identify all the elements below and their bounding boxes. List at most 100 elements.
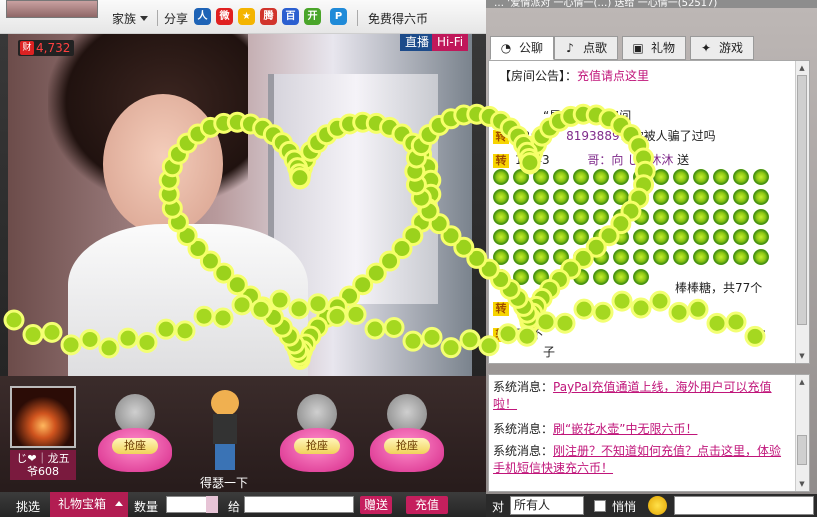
top-toolbar: 家族 分享 人 微 ★ 腾 百 开 P 免费得六币 <box>0 0 486 34</box>
lollipop-icon <box>593 209 609 225</box>
whisper-checkbox[interactable] <box>594 500 606 512</box>
top-fan-name-line2: 爷608 <box>27 465 59 478</box>
chat-send-word: 送 <box>677 153 690 167</box>
lollipop-icon <box>493 189 509 205</box>
quantity-stepper[interactable] <box>206 496 218 513</box>
character-legs <box>215 444 235 470</box>
lollipop-icon <box>713 229 729 245</box>
seat-3: 抢座 <box>280 394 354 490</box>
qzone-icon[interactable]: ★ <box>238 8 255 25</box>
forward-badge[interactable]: 转 <box>493 302 509 316</box>
chat-to-label: 对 <box>492 500 505 514</box>
lollipop-icon <box>613 229 629 245</box>
lollipop-icon <box>753 209 769 225</box>
notice-recharge-link[interactable]: 充值请点这里 <box>577 69 649 83</box>
lollipop-icon <box>633 189 649 205</box>
chat-time: 12: <box>515 129 535 143</box>
chat-message-input[interactable] <box>674 496 814 515</box>
system-message: 系统消息：刚注册？不知道如何充值？点击这里，体验手机短信快速充六币！ <box>493 443 789 477</box>
room-notice: 【房间公告】：充值请点这里 <box>499 67 649 84</box>
system-scrollbar[interactable]: ▲ ▼ <box>795 375 809 491</box>
system-messages[interactable]: 系统消息：PayPal充值通道上线，海外用户可以充值啦！ 系统消息：刷“嵌花水壶… <box>488 374 810 492</box>
share-label: 分享 <box>164 12 189 26</box>
lollipop-icon <box>673 229 689 245</box>
tab-public-chat[interactable]: ◔ 公聊 <box>490 36 554 60</box>
baidu-icon[interactable]: 百 <box>282 8 299 25</box>
renren-icon[interactable]: 人 <box>194 8 211 25</box>
scroll-thumb[interactable] <box>797 435 807 465</box>
recipient-input[interactable] <box>244 496 354 513</box>
lollipop-icon <box>553 189 569 205</box>
kaixin-icon[interactable]: 开 <box>304 8 321 25</box>
tab-games[interactable]: ✦ 游戏 <box>690 36 754 60</box>
lollipop-icon <box>533 209 549 225</box>
host-avatar-thumb[interactable] <box>6 0 98 18</box>
gift-box-dropdown[interactable]: 礼物宝箱 <box>50 492 128 517</box>
lollipop-icon <box>553 269 569 285</box>
lollipop-icon <box>593 249 609 265</box>
tencent-icon[interactable]: 腾 <box>260 8 277 25</box>
public-chat-log[interactable]: 【房间公告】：充值请点这里 “昆船” 进入房间 转 12: 8193889：你被人… <box>488 60 810 364</box>
hifi-badge[interactable]: Hi-Fi <box>432 34 469 51</box>
lollipop-icon <box>653 189 669 205</box>
system-label: 系统消息： <box>493 380 554 394</box>
lollipop-icon <box>693 169 709 185</box>
grab-seat-button[interactable]: 抢座 <box>112 438 158 454</box>
chat-recipient-select[interactable]: 所有人 <box>510 496 584 515</box>
family-menu[interactable]: 家族 <box>112 10 136 27</box>
send-gift-button[interactable]: 赠送 <box>360 496 392 514</box>
weibo-icon[interactable]: 微 <box>216 8 233 25</box>
lollipop-icon <box>693 209 709 225</box>
chevron-down-icon[interactable] <box>140 16 148 21</box>
qty-label: 数量 <box>134 500 159 514</box>
scroll-up-icon[interactable]: ▲ <box>797 63 807 73</box>
grab-seat-button[interactable]: 抢座 <box>294 438 340 454</box>
video-stream[interactable]: 财 4,732 直播 Hi-Fi <box>8 34 472 376</box>
character-head <box>211 390 239 416</box>
tab-gifts[interactable]: ▣ 礼物 <box>622 36 686 60</box>
chat-user[interactable]: 哥：向 <box>587 153 623 167</box>
notice-prefix: 【房间公告】： <box>499 69 578 83</box>
tab-song-request[interactable]: ♪ 点歌 <box>554 36 618 60</box>
chat-target[interactable]: じ❤沐沐 <box>627 153 673 167</box>
lollipop-icon <box>733 229 749 245</box>
lollipop-icon <box>673 189 689 205</box>
recipient-label: 给 <box>228 500 241 514</box>
paipai-icon[interactable]: P <box>330 8 347 25</box>
top-fan-avatar[interactable] <box>10 386 76 448</box>
forward-badge[interactable]: 转 <box>493 154 509 168</box>
chat-user[interactable]: 8193889 <box>566 129 619 143</box>
chevron-up-icon <box>115 501 123 506</box>
scroll-thumb[interactable] <box>797 75 807 325</box>
scroll-down-icon[interactable]: ▼ <box>797 479 807 489</box>
lollipop-icon <box>673 169 689 185</box>
lollipop-icon <box>753 189 769 205</box>
lollipop-icon <box>493 229 509 245</box>
seated-character[interactable] <box>205 390 245 470</box>
live-badge: 直播 <box>400 34 435 51</box>
chat-scrollbar[interactable]: ▲ ▼ <box>795 61 809 363</box>
lollipop-icon <box>653 209 669 225</box>
scroll-up-icon[interactable]: ▲ <box>797 377 807 387</box>
pick-label: 挑选 <box>16 500 41 514</box>
free-coins-link[interactable]: 免费得六币 <box>368 10 428 27</box>
scroll-down-icon[interactable]: ▼ <box>797 351 807 361</box>
recharge-button[interactable]: 充值 <box>406 496 448 514</box>
top-fan-name: じ❤｜龙五 爷608 <box>10 450 76 480</box>
chat-message: 转 12:43 哥：向 じ❤沐沐 送 <box>493 151 689 168</box>
forward-badge[interactable]: 转 <box>493 130 509 144</box>
lollipop-icon <box>633 169 649 185</box>
whisper-label: 悄悄 <box>612 500 637 514</box>
lollipop-icon <box>733 249 749 265</box>
rich-level-badge: 财 4,732 <box>18 40 75 56</box>
top-strip: … ’爱情派对 一心情一(…) 送给 一心情一(52517) <box>486 0 817 8</box>
system-link[interactable]: 刷“嵌花水壶”中无限六币！ <box>553 422 697 436</box>
emoji-icon[interactable] <box>648 496 667 515</box>
lollipop-icon <box>533 189 549 205</box>
tab-label: 礼物 <box>651 41 676 55</box>
lollipop-row <box>493 229 773 245</box>
lollipop-icon <box>753 229 769 245</box>
grab-seat-button[interactable]: 抢座 <box>384 438 430 454</box>
lollipop-icon <box>513 189 529 205</box>
forward-badge[interactable]: 转 <box>493 328 509 342</box>
